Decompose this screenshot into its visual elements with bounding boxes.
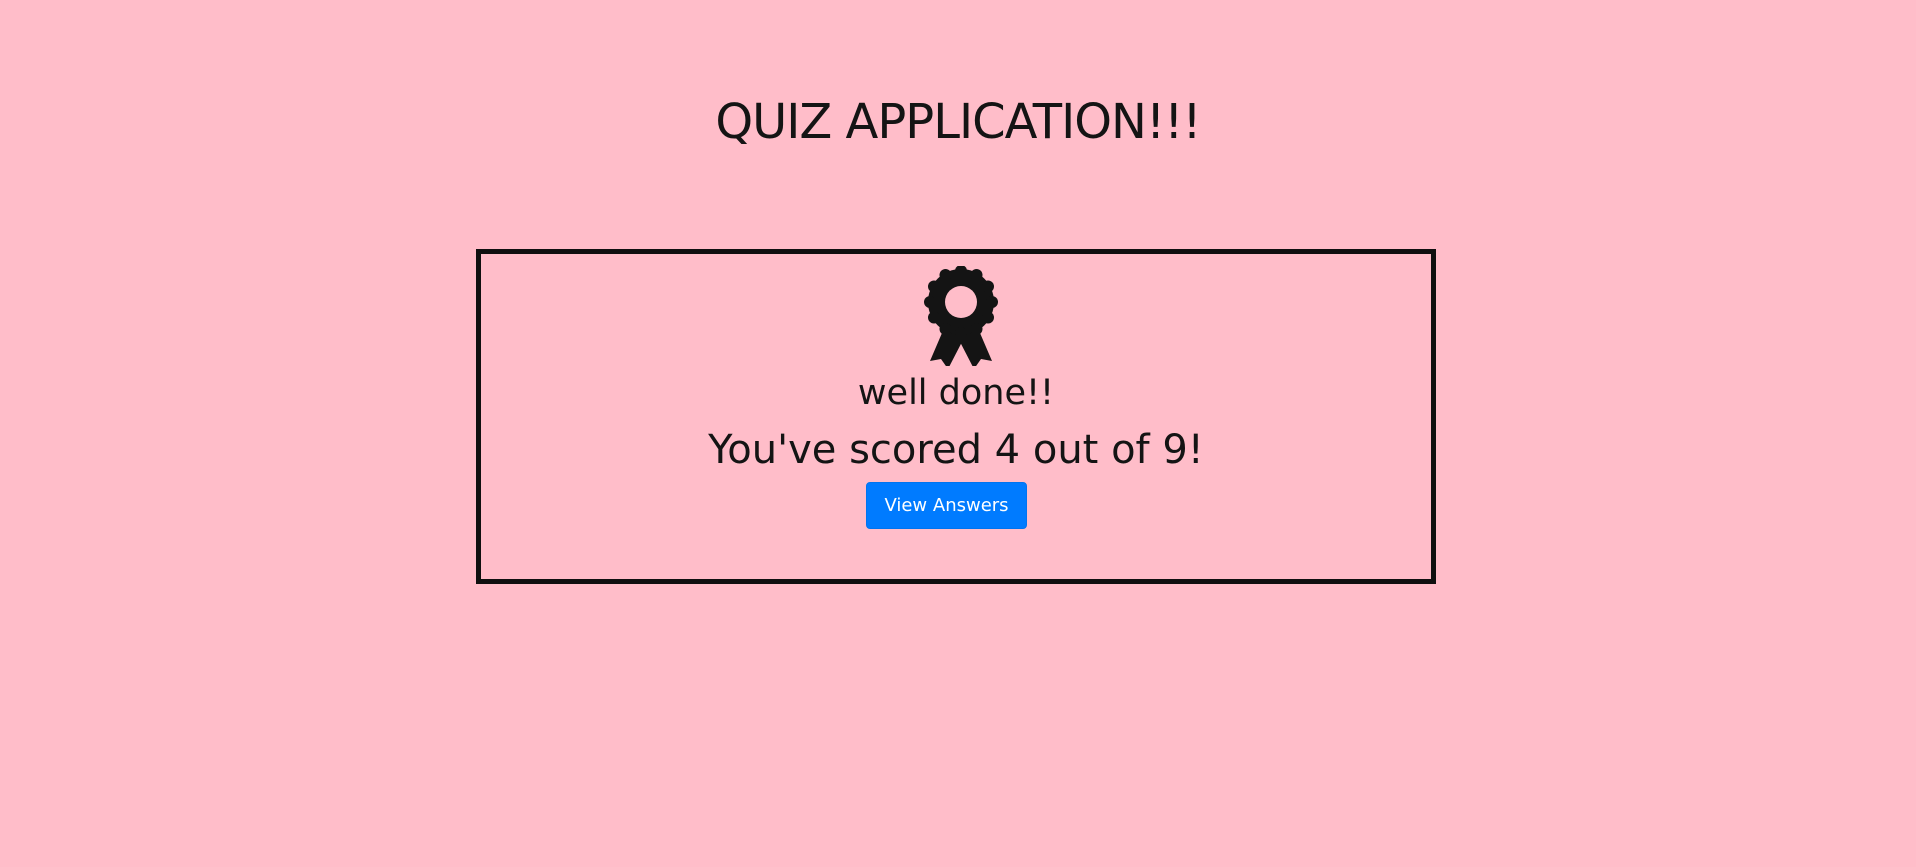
- score-text: You've scored 4 out of 9!: [708, 427, 1204, 473]
- award-ribbon-icon: [924, 266, 998, 366]
- page-title: QUIZ APPLICATION!!!: [715, 94, 1201, 150]
- result-message: well done!!: [857, 373, 1055, 413]
- view-answers-button[interactable]: View Answers: [866, 482, 1027, 529]
- result-panel: well done!! You've scored 4 out of 9! Vi…: [476, 249, 1436, 584]
